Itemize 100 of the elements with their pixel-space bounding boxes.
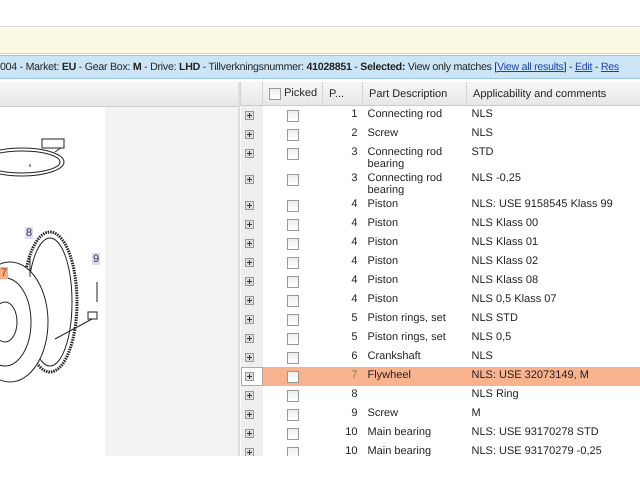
table-cell: NLS: USE 9158545 Klass 99	[472, 198, 613, 210]
picked-checkbox[interactable]	[286, 148, 298, 160]
table-cell: NLS	[472, 127, 493, 139]
expand-icon[interactable]	[244, 410, 254, 419]
table-row[interactable]: 4 Piston NLS Klass 02	[240, 253, 640, 272]
picked-checkbox[interactable]	[286, 447, 298, 456]
picked-checkbox[interactable]	[286, 110, 298, 122]
table-cell: NLS Klass 02	[472, 255, 538, 267]
table-cell: 4	[351, 198, 358, 210]
picked-checkbox[interactable]	[286, 276, 298, 288]
callout-number[interactable]: 8	[25, 227, 34, 239]
table-cell: Piston	[368, 274, 398, 286]
table-cell: Connecting rod bearing	[368, 172, 442, 196]
table-cell: Screw	[368, 127, 398, 139]
table-row[interactable]: 3 Connecting rod bearing NLS -0,25	[240, 170, 640, 196]
table-cell: 5	[351, 312, 358, 324]
select-all-checkbox[interactable]	[269, 88, 281, 100]
table-row[interactable]: 4 Piston NLS Klass 00	[240, 215, 640, 234]
expand-icon[interactable]	[244, 239, 254, 248]
table-cell: 3	[351, 146, 358, 158]
table-cell: NLS Ring	[472, 388, 519, 400]
table-cell: 1	[351, 108, 358, 120]
picked-checkbox[interactable]	[286, 219, 298, 232]
picked-checkbox[interactable]	[286, 314, 298, 326]
picked-checkbox[interactable]	[286, 428, 298, 440]
table-cell: 8	[351, 388, 358, 400]
table-row[interactable]: 6 Crankshaft NLS	[240, 348, 640, 367]
picked-checkbox[interactable]	[286, 257, 298, 270]
table-cell: NLS Klass 00	[472, 217, 538, 229]
table-cell: NLS -0,25	[472, 172, 522, 184]
table-cell: Piston	[368, 255, 398, 267]
table-row[interactable]: 2 Screw NLS	[240, 125, 640, 144]
column-header[interactable]: P...	[329, 88, 344, 100]
expand-icon[interactable]	[244, 220, 254, 229]
picked-checkbox[interactable]	[286, 200, 298, 212]
table-cell: NLS	[472, 108, 493, 120]
table-cell: NLS: USE 32073149, M	[472, 369, 589, 381]
table-row[interactable]: 5 Piston rings, set NLS STD	[240, 310, 640, 329]
vehicle-info-text: 004 - Market: EU - Gear Box: M - Drive: LHD - Tillverkningsnummer: 41028851 - Selected: View only matches [View all results] - Edit - Res	[0, 61, 619, 73]
table-row[interactable]: 10 Main bearing NLS: USE 93170279 -0,25	[240, 443, 640, 456]
table-row[interactable]: 4 Piston NLS: USE 9158545 Klass 99	[240, 196, 640, 215]
table-row[interactable]: 9 Screw M	[240, 405, 640, 424]
table-cell: Piston	[368, 293, 398, 305]
table-cell: Main bearing	[368, 445, 432, 456]
table-row[interactable]: 5 Piston rings, set NLS 0,5	[240, 329, 640, 348]
picked-checkbox[interactable]	[286, 409, 298, 422]
table-cell: NLS 0,5	[472, 331, 512, 343]
picked-checkbox[interactable]	[286, 129, 298, 142]
picked-checkbox[interactable]	[286, 352, 298, 364]
table-cell: NLS 0,5 Klass 07	[472, 293, 556, 305]
expand-icon[interactable]	[244, 429, 254, 438]
table-cell: NLS: USE 93170279 -0,25	[472, 445, 602, 456]
picked-checkbox[interactable]	[286, 295, 298, 308]
table-row[interactable]: 3 Connecting rod bearing STD	[240, 144, 640, 170]
table-cell: 3	[351, 172, 358, 184]
expand-icon[interactable]	[244, 277, 254, 286]
picked-checkbox[interactable]	[286, 371, 298, 384]
expand-icon[interactable]	[244, 201, 254, 210]
picked-checkbox[interactable]	[286, 390, 298, 402]
table-cell: NLS	[472, 350, 493, 362]
expand-icon[interactable]	[244, 296, 254, 305]
table-cell: Connecting rod bearing	[368, 146, 442, 170]
callout-number[interactable]: 7	[0, 267, 8, 279]
table-cell: Flywheel	[368, 369, 411, 381]
picked-checkbox[interactable]	[286, 238, 298, 250]
table-row[interactable]: 4 Piston NLS Klass 08	[240, 272, 640, 291]
table-cell: 5	[351, 331, 358, 343]
expand-icon[interactable]	[244, 175, 254, 184]
table-cell: Piston	[368, 217, 398, 229]
table-cell: 4	[351, 293, 358, 305]
expand-icon[interactable]	[244, 149, 254, 158]
table-cell: 4	[351, 274, 358, 286]
table-row[interactable]: 7 Flywheel NLS: USE 32073149, M	[240, 367, 640, 386]
table-cell: Connecting rod	[368, 108, 442, 120]
table-row[interactable]: 4 Piston NLS 0,5 Klass 07	[240, 291, 640, 310]
expand-icon[interactable]	[244, 334, 254, 343]
expand-icon[interactable]	[244, 391, 254, 400]
table-cell: 10	[345, 445, 358, 456]
expand-icon[interactable]	[244, 353, 254, 362]
table-cell: STD	[472, 146, 494, 158]
picked-checkbox[interactable]	[286, 174, 298, 186]
expand-icon[interactable]	[244, 315, 254, 324]
table-row[interactable]: 8 NLS Ring	[240, 386, 640, 405]
table-row[interactable]: 10 Main bearing NLS: USE 93170278 STD	[240, 424, 640, 443]
expand-icon[interactable]	[244, 372, 254, 381]
expand-icon[interactable]	[244, 448, 254, 456]
link[interactable]: Res	[600, 61, 619, 73]
table-cell: Main bearing	[368, 426, 432, 438]
link[interactable]: View all results	[497, 61, 564, 73]
expand-icon[interactable]	[244, 111, 254, 120]
table-cell: 9	[351, 407, 358, 419]
expand-icon[interactable]	[244, 130, 254, 139]
expand-icon[interactable]	[244, 258, 254, 267]
callout-number[interactable]: 9	[92, 253, 100, 265]
table-cell: Piston rings, set	[368, 331, 446, 343]
table-row[interactable]: 4 Piston NLS Klass 01	[240, 234, 640, 253]
picked-checkbox[interactable]	[286, 333, 298, 346]
table-cell: Piston	[368, 198, 398, 210]
link[interactable]: Edit	[574, 61, 592, 73]
table-row[interactable]: 1 Connecting rod NLS	[240, 106, 640, 125]
